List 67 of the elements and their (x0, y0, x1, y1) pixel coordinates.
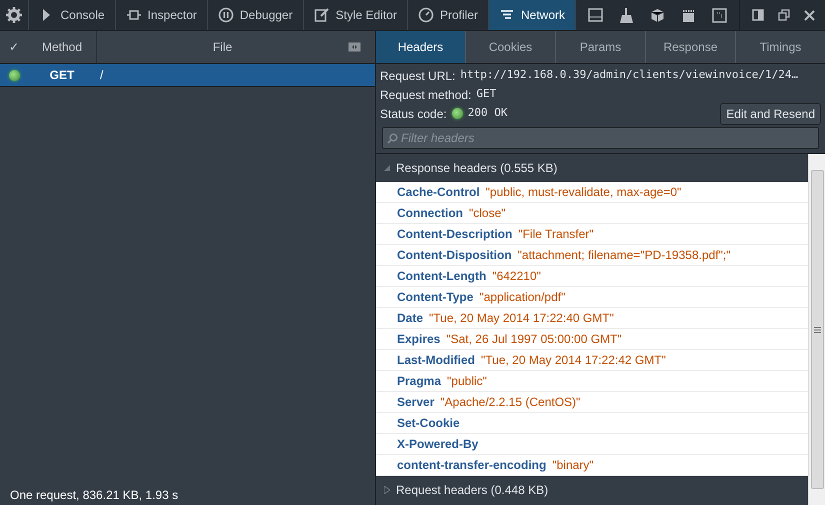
header-value: "Tue, 20 May 2014 17:22:42 GMT" (481, 352, 666, 369)
summary-label: Status code: (380, 106, 447, 122)
method-text: GET (48, 67, 76, 84)
pencil-icon (314, 7, 330, 23)
gauge-icon (418, 7, 434, 23)
toolbar-tab[interactable]: Network (488, 0, 576, 30)
header-name: Cache-Control (397, 184, 480, 201)
request-row[interactable]: GET / (0, 64, 375, 87)
summary-label: Request method: (380, 86, 472, 104)
header-name: Date (397, 310, 424, 327)
search-icon (387, 133, 398, 144)
header-name: Last-Modified (397, 352, 475, 369)
details-tab[interactable]: Params (555, 31, 645, 63)
header-name: Expires (397, 331, 440, 348)
split-console-icon[interactable] (588, 8, 603, 22)
details-tab[interactable]: Cookies (465, 31, 555, 63)
header-name: Content-Disposition (397, 247, 512, 264)
checkmark: ✓ (8, 39, 20, 56)
toolbar-tab[interactable]: Style Editor (304, 0, 408, 30)
header-value: "binary" (552, 457, 594, 474)
filter-field[interactable]: Filter headers (382, 127, 819, 149)
header-name: Set-Cookie (397, 415, 460, 432)
window-icon[interactable] (778, 9, 790, 21)
toolbar-tab[interactable]: Debugger (208, 0, 304, 30)
broom-icon[interactable] (619, 8, 634, 22)
screenshot-icon[interactable] (712, 8, 727, 22)
summary-value: 200 OK (468, 105, 508, 122)
summary-value: http://192.168.0.39/admin/clients/viewinvoice/1/24… (460, 67, 798, 84)
column-header[interactable]: Method (28, 38, 96, 56)
collapse-icon[interactable] (348, 42, 361, 52)
header-value: "Apache/2.2.15 (CentOS)" (440, 394, 580, 411)
collapsed-triangle-icon (384, 486, 390, 494)
header-value: "application/pdf" (479, 289, 566, 306)
file-text: / (99, 67, 104, 84)
clapperboard-icon[interactable] (681, 8, 696, 22)
header-name: Content-Type (397, 289, 474, 306)
details-tab[interactable]: Response (645, 31, 735, 63)
header-value: "Sat, 26 Jul 1997 05:00:00 GMT" (446, 331, 622, 348)
details-tab[interactable]: Timings (735, 31, 825, 63)
summary-value: GET (476, 86, 496, 102)
header-name: Content-Description (397, 226, 512, 243)
header-value: "attachment; filename="PD-19358.pdf";" (518, 247, 730, 264)
header-name: content-transfer-encoding (397, 457, 546, 474)
cube-icon[interactable] (650, 8, 665, 22)
pause-icon (218, 7, 234, 23)
header-value: "close" (469, 205, 506, 222)
dock-side-icon[interactable] (752, 9, 764, 21)
header-value: "public, must-revalidate, max-age=0" (486, 184, 682, 201)
header-name: Content-Length (397, 268, 486, 285)
expanded-triangle-icon (384, 164, 390, 172)
header-name: Pragma (397, 373, 442, 390)
header-value: "File Transfer" (518, 226, 594, 243)
details-tab[interactable]: Headers (376, 31, 465, 63)
header-name: Connection (397, 205, 463, 222)
header-value: "Tue, 20 May 2014 17:22:40 GMT" (429, 310, 614, 327)
status-text: One request, 836.21 KB, 1.93 s (10, 487, 178, 504)
header-name: X-Powered-By (397, 436, 478, 453)
header-name: Server (397, 394, 434, 411)
grip-icon (814, 326, 820, 332)
edit-and-resend-button[interactable]: Edit and Resend (720, 102, 821, 124)
toolbar-tab[interactable]: Inspector (116, 0, 208, 30)
header-value: "642210" (492, 268, 541, 285)
header-value: "public" (447, 373, 487, 390)
column-header[interactable]: File (97, 38, 348, 56)
summary-label: Request URL: (380, 68, 456, 84)
toolbar-tab[interactable]: Console (28, 0, 116, 30)
close-icon[interactable] (804, 10, 815, 20)
